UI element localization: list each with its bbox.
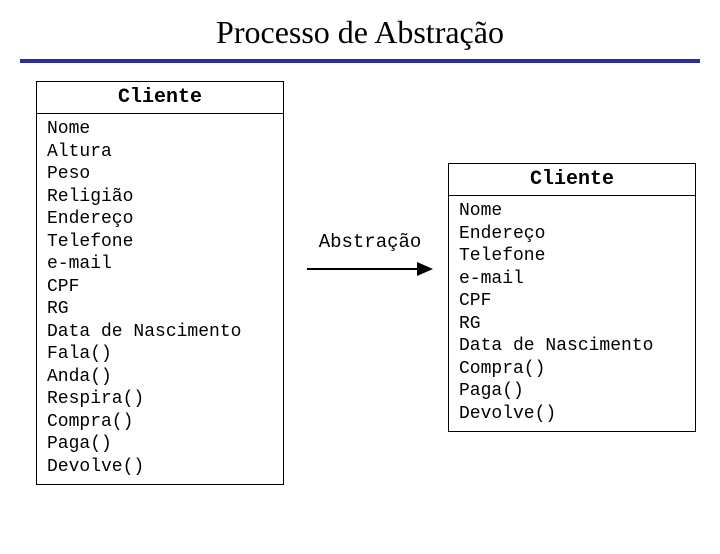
class-box-abstracted: Cliente Nome Endereço Telefone e-mail CP…: [448, 163, 696, 432]
arrow-right-icon: [305, 259, 435, 279]
class-box-original: Cliente Nome Altura Peso Religião Endere…: [36, 81, 284, 485]
class-name-abstracted: Cliente: [449, 164, 695, 196]
page-title: Processo de Abstração: [0, 14, 720, 51]
class-members-abstracted: Nome Endereço Telefone e-mail CPF RG Dat…: [449, 196, 695, 431]
arrow-label: Abstração: [300, 231, 440, 253]
abstraction-arrow-group: Abstração: [300, 231, 440, 279]
title-divider: [20, 59, 700, 63]
class-name-original: Cliente: [37, 82, 283, 114]
class-members-original: Nome Altura Peso Religião Endereço Telef…: [37, 114, 283, 484]
